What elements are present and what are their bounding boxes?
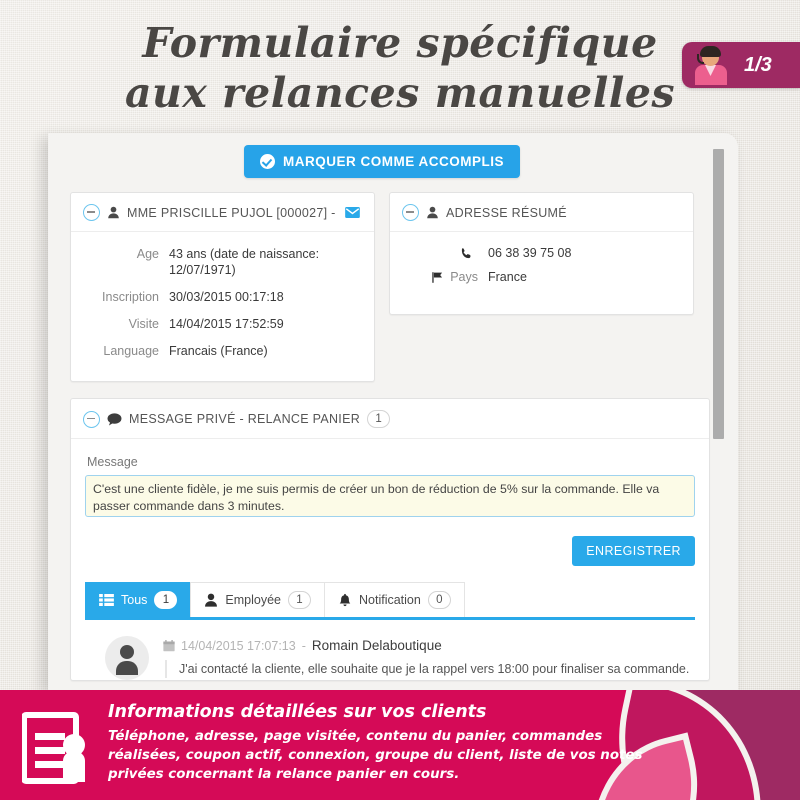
tab-tous-count: 1 [154,591,178,609]
note-date: 14/04/2015 17:07:13 [181,638,296,653]
flag-icon [432,271,443,283]
tab-employee[interactable]: Employée 1 [190,582,325,617]
minus-circle-icon[interactable] [83,410,100,428]
address-key-label: Pays [450,270,478,284]
agent-headset-avatar-icon [694,45,728,85]
private-message-panel: MESSAGE PRIVÉ - RELANCE PANIER 1 Message… [70,398,710,681]
customer-panel: MME PRISCILLE PUJOL [000027] - Age 43 an… [70,192,375,382]
banner-subtitle: Téléphone, adresse, page visitée, conten… [108,729,643,782]
window-scrollbar[interactable] [713,149,724,674]
tab-tous-label: Tous [121,593,148,607]
customer-panel-header: MME PRISCILLE PUJOL [000027] - [71,193,374,232]
tab-notification[interactable]: Notification 0 [324,582,465,617]
save-row: ENREGISTRER [85,536,695,566]
message-count-badge: 1 [367,410,391,428]
minus-circle-icon[interactable] [83,204,100,221]
document-person-icon [22,712,85,784]
person-icon [427,206,438,219]
detail-value: 30/03/2015 00:17:18 [169,290,284,304]
app-window: MARQUER COMME ACCOMPLIS MME PRISCILLE PU… [48,133,738,690]
mark-as-accomplished-label: MARQUER COMME ACCOMPLIS [283,154,504,169]
list-icon [99,594,114,606]
address-row: 06 38 39 75 08 [402,246,681,260]
note-separator: - [301,638,306,653]
detail-key: Inscription [102,290,159,304]
detail-key: Age [136,247,159,261]
address-key: Pays [402,270,488,284]
scrollbar-thumb[interactable] [713,149,724,439]
note-body: J'ai contacté la cliente, elle souhaite … [165,660,695,678]
phone-icon [461,247,471,258]
address-panel-body: 06 38 39 75 08 Pays France [390,232,693,304]
mark-as-accomplished-button[interactable]: MARQUER COMME ACCOMPLIS [244,145,520,178]
tab-employee-label: Employée [225,593,281,607]
speech-bubble-icon [107,412,122,426]
person-icon [205,593,218,607]
address-panel-title: ADRESSE RÉSUMÉ [446,205,567,220]
summary-panels-row: MME PRISCILLE PUJOL [000027] - Age 43 an… [70,192,694,382]
detail-key: Language [103,344,159,358]
customer-panel-title: MME PRISCILLE PUJOL [000027] - [127,205,336,220]
address-panel: ADRESSE RÉSUMÉ 06 38 39 75 08 Pays Franc… [389,192,694,315]
person-icon [108,206,119,219]
tab-employee-count: 1 [288,591,311,609]
notes-tabs: Tous 1 Employée 1 Notification 0 [85,582,695,620]
envelope-icon[interactable] [344,207,360,218]
step-counter-label: 1/3 [744,53,772,76]
minus-circle-icon[interactable] [402,204,419,221]
user-avatar-icon [105,636,149,680]
tab-tous[interactable]: Tous 1 [85,582,192,617]
detail-row: Age 43 ans (date de naissance: 12/07/197… [83,246,362,278]
bottom-banner: Informations détaillées sur vos clients … [0,690,800,800]
message-field-label: Message [87,455,138,469]
address-panel-header: ADRESSE RÉSUMÉ [390,193,693,232]
banner-title: Informations détaillées sur vos clients [108,702,487,722]
detail-value: 14/04/2015 17:52:59 [169,317,284,331]
note-content: 14/04/2015 17:07:13 - Romain Delaboutiqu… [163,636,695,680]
address-row: Pays France [402,270,681,284]
detail-key: Visite [128,317,159,331]
customer-panel-body: Age 43 ans (date de naissance: 12/07/197… [71,232,374,380]
address-value: France [488,270,527,284]
save-button[interactable]: ENREGISTRER [572,536,695,566]
detail-row: Language Francais (France) [83,343,362,359]
address-value: 06 38 39 75 08 [488,246,572,260]
note-author: Romain Delaboutique [311,638,442,653]
calendar-icon [163,639,175,651]
detail-row: Visite 14/04/2015 17:52:59 [83,316,362,332]
note-meta: 14/04/2015 17:07:13 - Romain Delaboutiqu… [163,638,695,653]
note-list-item: 14/04/2015 17:07:13 - Romain Delaboutiqu… [85,620,695,680]
bell-icon [339,593,351,607]
tab-notification-label: Notification [359,593,421,607]
check-circle-icon [260,154,275,169]
accomplish-toolbar: MARQUER COMME ACCOMPLIS [70,145,694,178]
private-message-panel-title: MESSAGE PRIVÉ - RELANCE PANIER [129,412,361,426]
detail-value: Francais (France) [169,344,268,358]
step-badge: 1/3 [682,42,800,88]
banner-text: Informations détaillées sur vos clients … [108,700,668,784]
detail-value: 43 ans (date de naissance: 12/07/1971) [169,247,320,277]
private-message-panel-body: Message ENREGISTRER [71,455,709,680]
address-key [402,247,488,260]
tab-notification-count: 0 [427,591,451,609]
detail-row: Inscription 30/03/2015 00:17:18 [83,289,362,305]
message-input[interactable] [85,475,695,517]
private-message-panel-header: MESSAGE PRIVÉ - RELANCE PANIER 1 [71,399,709,439]
